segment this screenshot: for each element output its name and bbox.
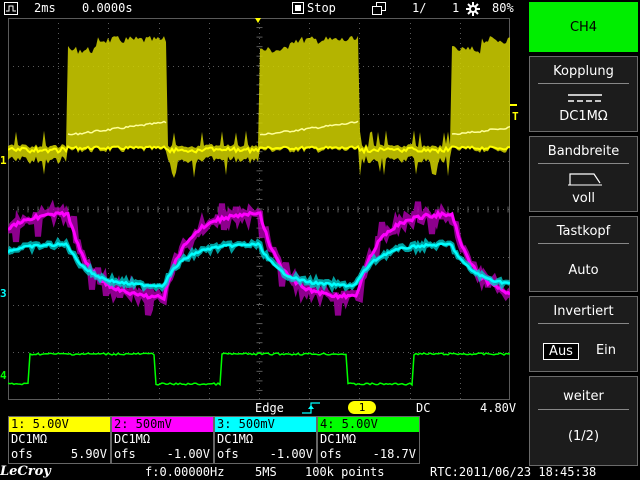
ch3-scale: 3: 500mV: [215, 417, 316, 432]
ch2-info[interactable]: 2: 500mV DC1MΩ ofs -1.00V: [111, 416, 214, 464]
ch1-offset: 5.90V: [70, 447, 107, 461]
ch2-scale: 2: 500mV: [112, 417, 213, 432]
coupling-value: DC1MΩ: [559, 109, 608, 124]
ch4-offset: -18.7V: [372, 447, 416, 461]
bandwidth-button[interactable]: Bandbreite voll: [529, 136, 638, 212]
probe-title: Tastkopf: [556, 224, 611, 239]
ch1-ofs-label: ofs: [11, 447, 33, 461]
run-state[interactable]: Stop: [307, 1, 336, 16]
side-menu: CH4 Kopplung DC1MΩ Bandbreite voll Tastk…: [527, 0, 640, 480]
delay-value[interactable]: 0.0000s: [82, 1, 133, 16]
stop-icon: [292, 2, 304, 14]
bandwidth-title: Bandbreite: [547, 144, 620, 159]
brand-logo: LeCroy: [0, 464, 51, 479]
record-length: 100k points: [305, 465, 385, 479]
channel-waveform-icon: [4, 2, 18, 15]
probe-button[interactable]: Tastkopf Auto: [529, 216, 638, 292]
timebase-value[interactable]: 2ms: [34, 1, 56, 16]
trigger-level: 4.80V: [480, 401, 517, 415]
more-button[interactable]: weiter (1/2): [529, 376, 638, 466]
ch3-ground-marker[interactable]: 3: [0, 288, 7, 300]
brightness-gear-icon[interactable]: [466, 2, 480, 16]
trigger-type: Edge: [255, 401, 284, 415]
ch4-ofs-label: ofs: [320, 447, 342, 461]
waveform-display[interactable]: [8, 18, 510, 400]
ch1-scale: 1: 5.00V: [9, 417, 110, 432]
bandwidth-filter-icon: [568, 173, 602, 186]
memory-pages-icon: [372, 2, 386, 15]
invert-off-option[interactable]: Aus: [543, 343, 579, 360]
probe-value: Auto: [568, 263, 599, 278]
ch4-scale: 4: 5.00V: [318, 417, 419, 432]
ch3-coupling: DC1MΩ: [217, 432, 254, 446]
ch1-ground-marker[interactable]: 1: [0, 155, 7, 167]
coupling-button[interactable]: Kopplung DC1MΩ: [529, 56, 638, 132]
coupling-title: Kopplung: [553, 64, 614, 79]
trigger-source-badge: 1: [348, 401, 376, 414]
more-title: weiter: [563, 389, 604, 404]
ch2-offset: -1.00V: [166, 447, 210, 461]
channel-select-button[interactable]: CH4: [529, 2, 638, 52]
ch1-coupling: DC1MΩ: [11, 432, 48, 446]
channel-select-label: CH4: [569, 20, 598, 35]
invert-title: Invertiert: [553, 304, 614, 319]
top-status-bar: 2ms 0.0000s Stop 1/ 1 80%: [0, 0, 527, 17]
ch4-coupling: DC1MΩ: [320, 432, 357, 446]
trigger-level-tick: [510, 104, 517, 106]
more-page: (1/2): [567, 429, 600, 444]
invert-button[interactable]: Invertiert Aus Ein: [529, 296, 638, 372]
sample-rate: 5MS: [255, 465, 277, 479]
memory-count: 1: [452, 1, 460, 15]
ch3-info[interactable]: 3: 500mV DC1MΩ ofs -1.00V: [214, 416, 317, 464]
ch3-offset: -1.00V: [269, 447, 313, 461]
real-time-clock: RTC:2011/06/23 18:45:38: [430, 465, 597, 479]
battery-level: 80%: [492, 1, 514, 15]
rising-edge-icon: [302, 402, 320, 414]
ch2-ofs-label: ofs: [114, 447, 136, 461]
trigger-bar[interactable]: Edge 1 DC 4.80V: [0, 400, 527, 416]
frequency-counter: f:0.00000Hz: [145, 465, 225, 479]
ch3-ofs-label: ofs: [217, 447, 239, 461]
ch1-info[interactable]: 1: 5.00V DC1MΩ ofs 5.90V: [8, 416, 111, 464]
trigger-level-marker[interactable]: T: [512, 111, 519, 123]
bandwidth-value: voll: [572, 191, 595, 206]
ch4-ground-marker[interactable]: 4: [0, 370, 7, 382]
invert-on-option[interactable]: Ein: [588, 343, 624, 360]
ch4-info[interactable]: 4: 5.00V DC1MΩ ofs -18.7V: [317, 416, 420, 464]
dc-coupling-icon: [568, 94, 602, 102]
ch2-coupling: DC1MΩ: [114, 432, 151, 446]
memory-page: 1/: [412, 1, 427, 15]
bottom-status-bar: LeCroy f:0.00000Hz 5MS 100k points RTC:2…: [0, 464, 640, 480]
trigger-coupling: DC: [416, 401, 431, 415]
